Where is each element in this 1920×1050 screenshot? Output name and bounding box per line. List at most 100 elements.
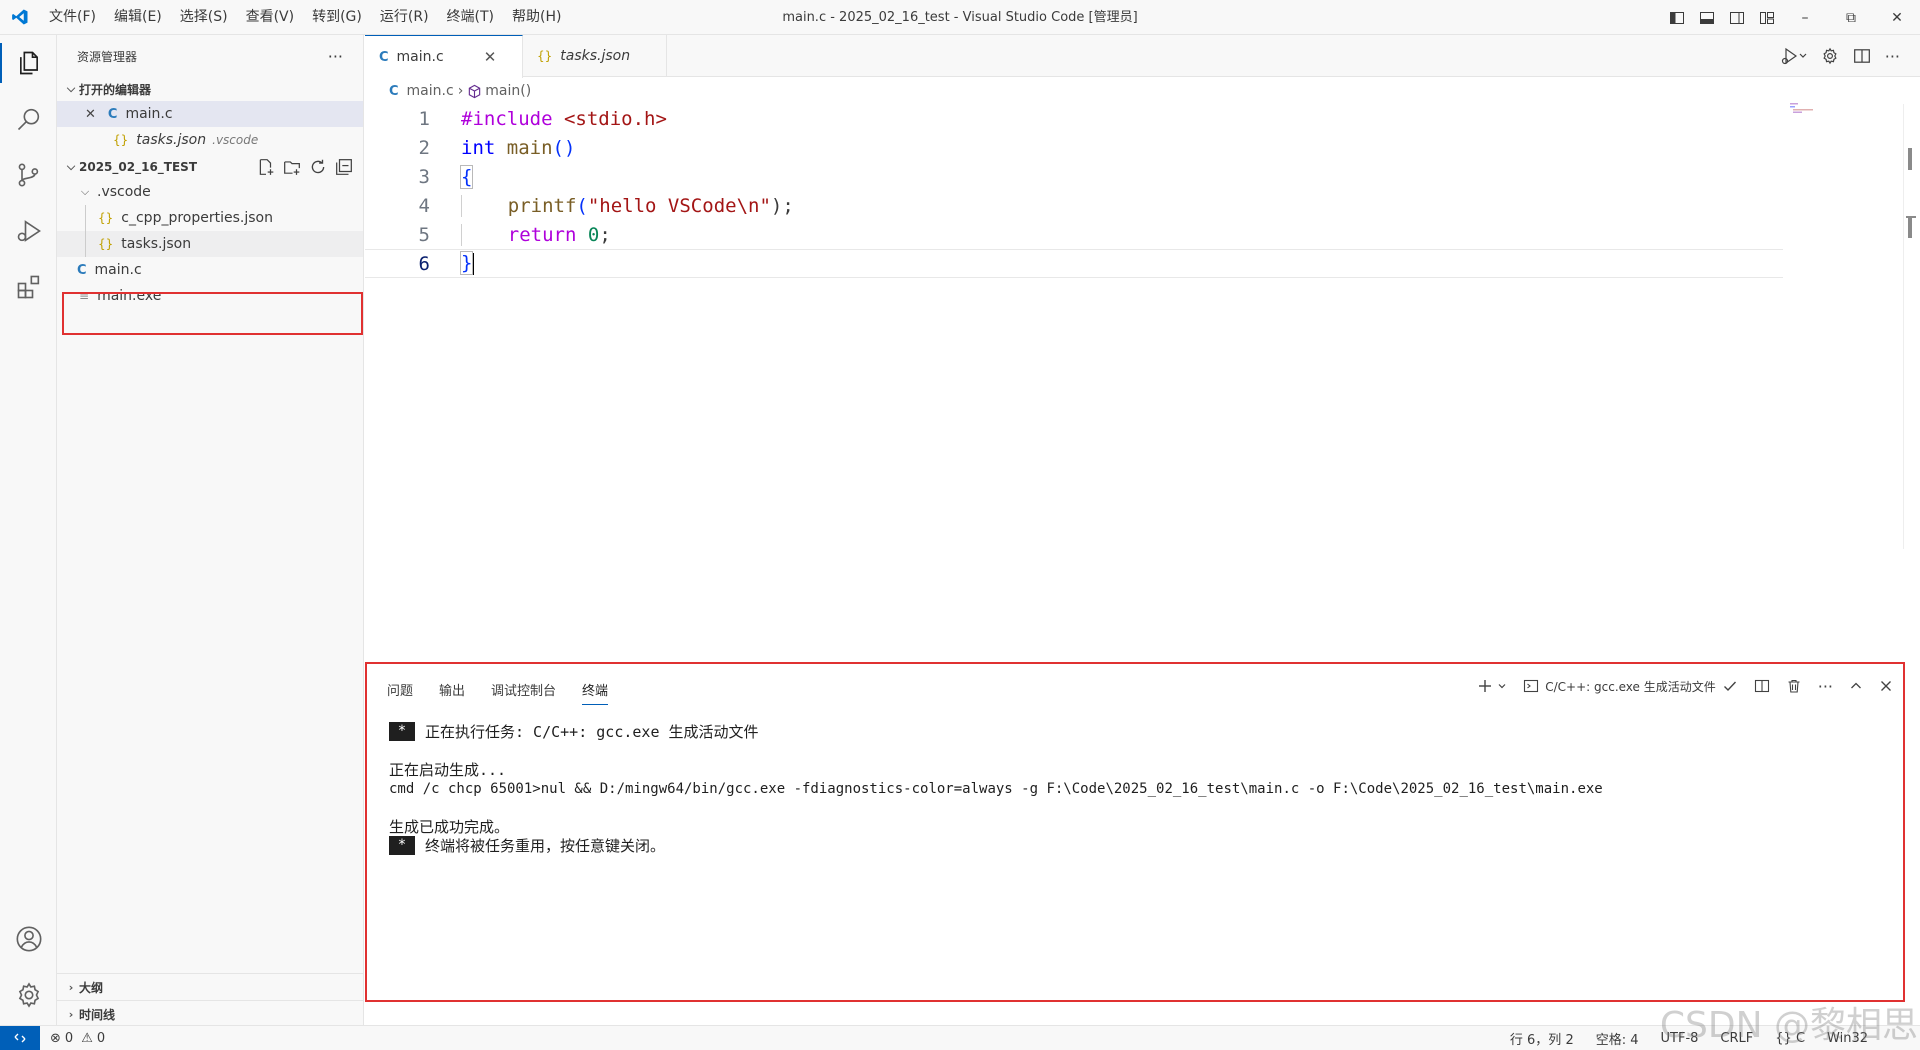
more-actions-icon[interactable]: ··· bbox=[1885, 47, 1900, 66]
open-editors-label: 打开的编辑器 bbox=[79, 82, 152, 97]
chevron-down-icon: ⌵ bbox=[66, 82, 76, 95]
menu-terminal[interactable]: 终端(T) bbox=[438, 0, 503, 35]
editor-tabs: C main.c ✕ {} tasks.json ··· bbox=[365, 35, 1920, 78]
menu-view[interactable]: 查看(V) bbox=[237, 0, 304, 35]
remote-indicator[interactable] bbox=[0, 1025, 40, 1050]
explorer-more-button[interactable]: ··· bbox=[328, 47, 343, 66]
open-editor-label: tasks.json bbox=[136, 132, 207, 148]
new-folder-icon[interactable] bbox=[283, 158, 301, 176]
explorer-button[interactable] bbox=[0, 35, 57, 91]
split-editor-icon[interactable] bbox=[1853, 47, 1871, 65]
terminal-instance[interactable]: C/C++: gcc.exe 生成活动文件 bbox=[1523, 678, 1738, 695]
new-file-icon[interactable] bbox=[257, 158, 275, 176]
search-button[interactable] bbox=[0, 91, 57, 147]
bottom-panel: 问题 输出 调试控制台 终端 C/C++: gcc.exe 生成活动文件 ···… bbox=[365, 662, 1905, 1002]
line-number: 3 bbox=[418, 165, 430, 188]
folder-header[interactable]: ⌵ 2025_02_16_TEST bbox=[57, 155, 363, 179]
line-number: 2 bbox=[418, 136, 430, 159]
chevron-down-icon: ⌵ bbox=[66, 160, 76, 173]
tree-item-main-c[interactable]: C main.c bbox=[57, 257, 363, 283]
accounts-button[interactable] bbox=[0, 911, 57, 967]
open-editor-tasks-json[interactable]: {} tasks.json .vscode bbox=[57, 127, 363, 153]
indentation[interactable]: 空格: 4 bbox=[1596, 1029, 1639, 1048]
tab-terminal[interactable]: 终端 bbox=[582, 680, 609, 705]
minimap[interactable] bbox=[1790, 102, 1822, 113]
restore-button[interactable]: ⧉ bbox=[1828, 0, 1874, 35]
open-editor-main-c[interactable]: ✕ C main.c bbox=[57, 101, 363, 127]
source-control-button[interactable] bbox=[0, 147, 57, 203]
menu-go[interactable]: 转到(G) bbox=[303, 0, 371, 35]
customize-layout-button[interactable] bbox=[1752, 0, 1782, 35]
source-control-icon bbox=[18, 163, 38, 187]
tree-folder-vscode[interactable]: ⌵ .vscode bbox=[57, 179, 363, 205]
json-file-icon: {} bbox=[537, 49, 553, 63]
problems-indicator[interactable]: ⊗ 0 ⚠ 0 bbox=[40, 1031, 105, 1046]
platform-config[interactable]: Win32 bbox=[1827, 1031, 1868, 1046]
extensions-icon bbox=[17, 275, 39, 299]
code-token: 0 bbox=[587, 223, 600, 246]
breadcrumb-symbol[interactable]: main() bbox=[485, 83, 531, 99]
toggle-primary-sidebar-button[interactable] bbox=[1662, 0, 1692, 35]
close-icon[interactable]: ✕ bbox=[85, 107, 96, 122]
code-line: 2 int main() bbox=[365, 133, 1783, 162]
explorer-title: 资源管理器 bbox=[77, 49, 138, 64]
terminal-output[interactable]: * 正在执行任务: C/C++: gcc.exe 生成活动文件 正在启动生成...… bbox=[389, 722, 1603, 855]
tree-item-tasks-json[interactable]: {} tasks.json bbox=[57, 231, 363, 257]
chevron-right-icon: › bbox=[68, 1007, 74, 1021]
run-code-icon[interactable] bbox=[1781, 46, 1807, 66]
line-number: 6 bbox=[418, 252, 430, 275]
c-file-icon: C bbox=[77, 262, 87, 278]
account-icon bbox=[16, 926, 41, 952]
search-icon bbox=[17, 108, 39, 131]
gear-icon bbox=[18, 982, 39, 1008]
new-terminal-button[interactable] bbox=[1477, 678, 1507, 694]
terminal-line: * 正在执行任务: C/C++: gcc.exe 生成活动文件 bbox=[389, 722, 1603, 741]
tab-main-c[interactable]: C main.c ✕ bbox=[365, 35, 523, 78]
refresh-icon[interactable] bbox=[309, 158, 327, 176]
open-editors-header[interactable]: ⌵ 打开的编辑器 bbox=[57, 77, 363, 101]
minimize-button[interactable]: – bbox=[1782, 0, 1828, 35]
menu-run[interactable]: 运行(R) bbox=[371, 0, 438, 35]
terminal-line: 正在启动生成... bbox=[389, 760, 1603, 779]
terminal-icon bbox=[1524, 679, 1539, 693]
tree-item-label: tasks.json bbox=[121, 236, 192, 252]
run-debug-button[interactable] bbox=[0, 203, 57, 259]
toggle-secondary-sidebar-button[interactable] bbox=[1722, 0, 1752, 35]
folder-label: 2025_02_16_TEST bbox=[79, 160, 198, 174]
collapse-all-icon[interactable] bbox=[335, 158, 353, 176]
tab-debug-console[interactable]: 调试控制台 bbox=[491, 680, 556, 705]
menu-selection[interactable]: 选择(S) bbox=[171, 0, 237, 35]
more-actions-icon[interactable]: ··· bbox=[1818, 677, 1833, 696]
trash-icon[interactable] bbox=[1786, 678, 1802, 694]
tab-tasks-json[interactable]: {} tasks.json bbox=[523, 35, 667, 77]
timeline-section[interactable]: › 时间线 bbox=[57, 1000, 364, 1027]
toggle-panel-button[interactable] bbox=[1692, 0, 1722, 35]
line-number: 4 bbox=[418, 194, 430, 217]
outline-section[interactable]: › 大纲 bbox=[57, 973, 364, 1000]
close-window-button[interactable]: ✕ bbox=[1874, 0, 1920, 35]
menu-file[interactable]: 文件(F) bbox=[40, 0, 105, 35]
menu-help[interactable]: 帮助(H) bbox=[503, 0, 570, 35]
maximize-panel-icon[interactable] bbox=[1849, 679, 1863, 693]
tab-problems[interactable]: 问题 bbox=[387, 680, 413, 705]
close-icon[interactable]: ✕ bbox=[484, 48, 497, 66]
menu-edit[interactable]: 编辑(E) bbox=[105, 0, 171, 35]
manage-button[interactable] bbox=[0, 967, 57, 1023]
end-of-line[interactable]: CRLF bbox=[1720, 1031, 1753, 1046]
code-line-current: 6 } bbox=[365, 249, 1783, 278]
gear-icon[interactable] bbox=[1821, 47, 1839, 65]
cube-icon bbox=[469, 84, 481, 98]
breadcrumb-file[interactable]: main.c bbox=[407, 83, 454, 99]
editor-scrollbar[interactable] bbox=[1903, 104, 1920, 549]
cursor-position[interactable]: 行 6，列 2 bbox=[1510, 1029, 1574, 1048]
code-line: 3 { bbox=[365, 162, 1783, 191]
code-token: #include bbox=[461, 107, 553, 130]
tree-item-c-cpp-properties[interactable]: {} c_cpp_properties.json bbox=[57, 205, 363, 231]
close-icon[interactable] bbox=[1879, 679, 1893, 693]
encoding[interactable]: UTF-8 bbox=[1661, 1031, 1699, 1046]
language-mode[interactable]: {} C bbox=[1775, 1031, 1805, 1046]
tab-output[interactable]: 输出 bbox=[439, 680, 465, 705]
split-terminal-icon[interactable] bbox=[1754, 678, 1770, 694]
sidebar-left-icon bbox=[1670, 11, 1684, 24]
extensions-button[interactable] bbox=[0, 259, 57, 315]
